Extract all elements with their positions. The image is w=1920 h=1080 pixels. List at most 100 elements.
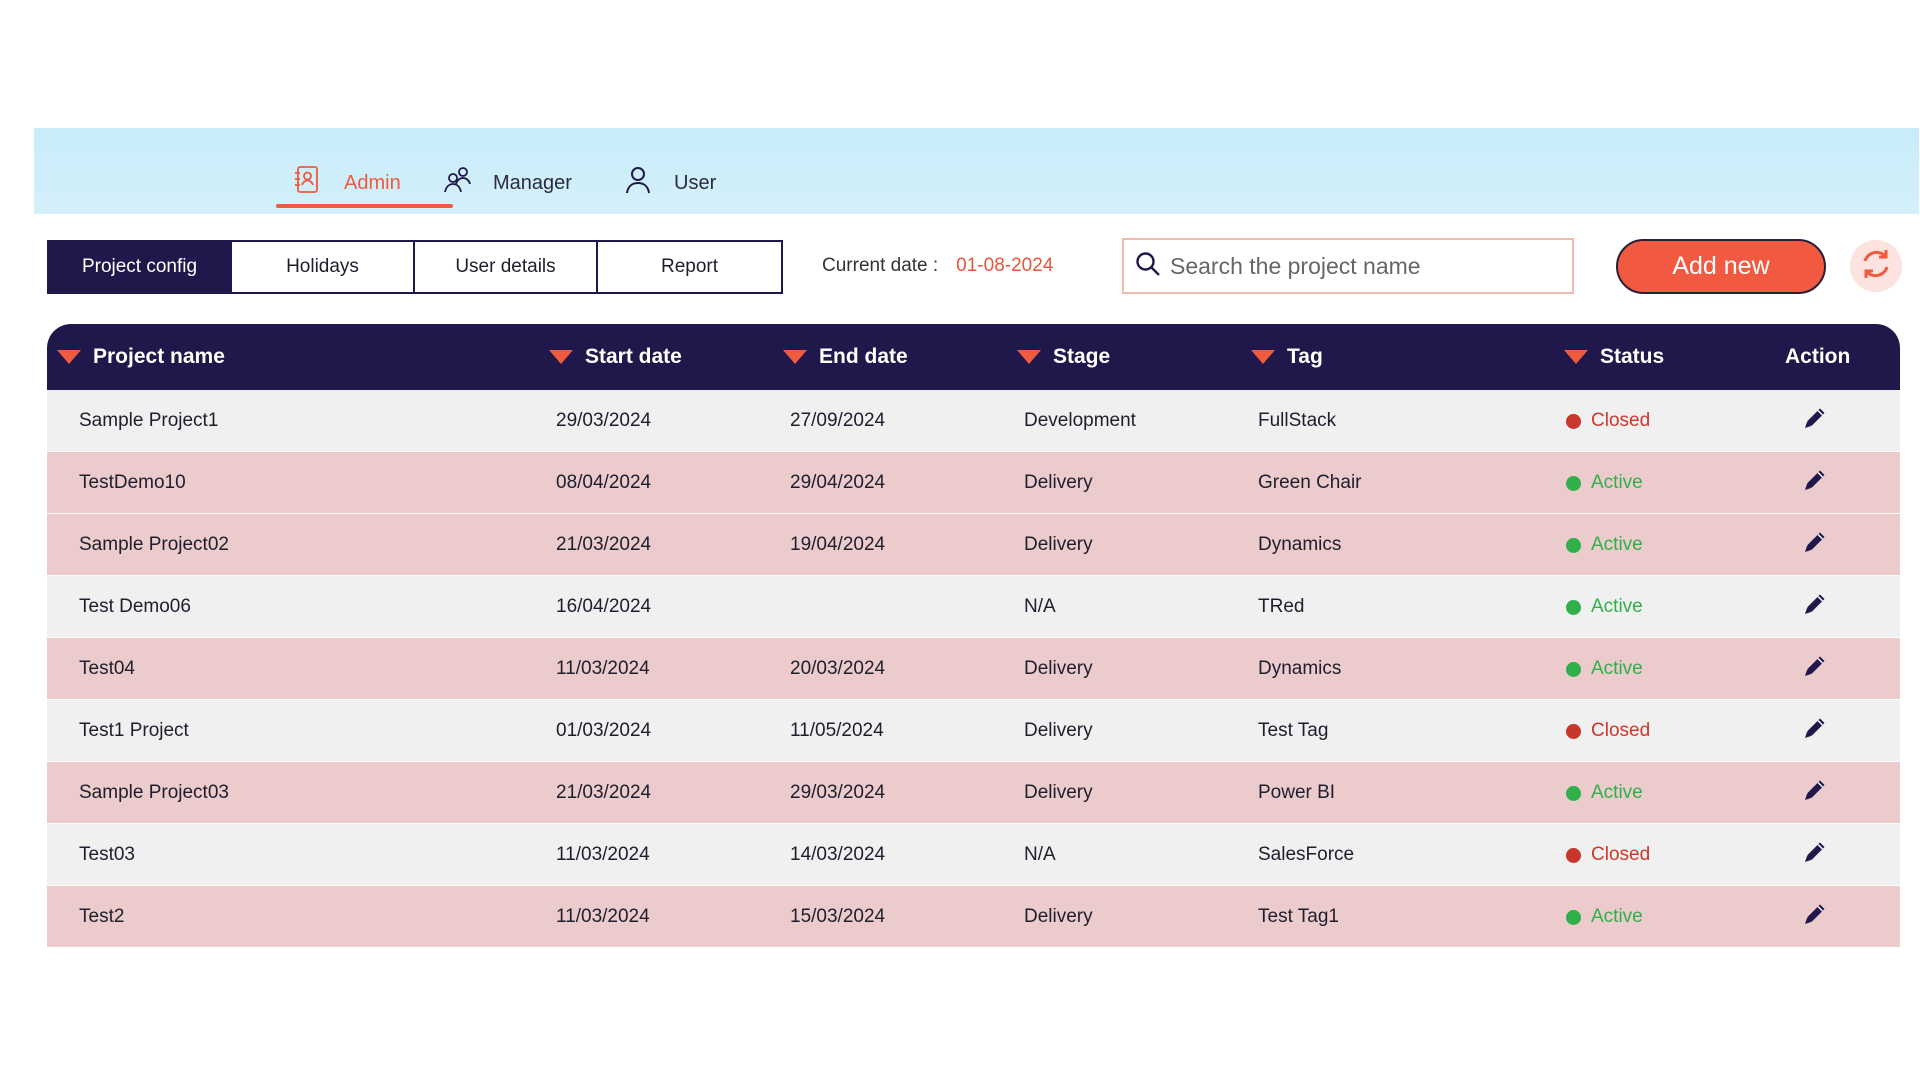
tab-user-details[interactable]: User details bbox=[415, 242, 598, 292]
cell-end-date: 15/03/2024 bbox=[790, 906, 886, 927]
status-text: Closed bbox=[1591, 410, 1651, 431]
cell-tag: FullStack bbox=[1258, 410, 1337, 431]
column-label: Action bbox=[1785, 345, 1851, 368]
role-tab-label: Admin bbox=[344, 171, 401, 194]
cell-project-name: Test2 bbox=[79, 906, 125, 927]
edit-button[interactable] bbox=[1800, 762, 1830, 824]
tab-holidays[interactable]: Holidays bbox=[232, 242, 415, 292]
cell-end-date: 20/03/2024 bbox=[790, 658, 886, 679]
sort-caret-icon bbox=[549, 350, 573, 364]
tab-project-config[interactable]: Project config bbox=[49, 242, 232, 292]
cell-stage: Development bbox=[1024, 410, 1136, 431]
status-text: Active bbox=[1591, 782, 1643, 803]
edit-button[interactable] bbox=[1800, 514, 1830, 576]
role-tab-manager[interactable]: Manager bbox=[441, 160, 572, 206]
cell-project-name: Test Demo06 bbox=[79, 596, 191, 617]
status-dot-icon bbox=[1566, 723, 1581, 739]
manager-group-icon bbox=[441, 164, 473, 202]
status-text: Active bbox=[1591, 658, 1643, 679]
role-tab-label: Manager bbox=[493, 171, 572, 194]
status-badge: Active bbox=[1566, 514, 1643, 576]
cell-end-date: 27/09/2024 bbox=[790, 410, 886, 431]
column-label: Project name bbox=[93, 345, 225, 368]
cell-start-date: 11/03/2024 bbox=[556, 844, 650, 865]
cell-stage: Delivery bbox=[1024, 472, 1093, 493]
status-badge: Active bbox=[1566, 452, 1643, 514]
column-header-tag[interactable]: Tag bbox=[1251, 324, 1323, 390]
status-text: Closed bbox=[1591, 720, 1651, 741]
current-date-label: Current date : bbox=[822, 255, 939, 276]
status-badge: Closed bbox=[1566, 700, 1650, 762]
add-new-button[interactable]: Add new bbox=[1616, 239, 1826, 294]
search-input[interactable] bbox=[1170, 252, 1570, 280]
cell-tag: Dynamics bbox=[1258, 534, 1342, 555]
table-row[interactable]: TestDemo10 08/04/2024 29/04/2024 Delivery Gr… bbox=[47, 452, 1900, 514]
pencil-icon bbox=[1800, 403, 1830, 439]
status-text: Active bbox=[1591, 596, 1643, 617]
role-tab-admin[interactable]: Admin bbox=[276, 160, 453, 208]
status-text: Closed bbox=[1591, 844, 1651, 865]
refresh-icon bbox=[1857, 245, 1895, 288]
column-label: Status bbox=[1600, 345, 1665, 368]
column-header-project-name[interactable]: Project name bbox=[57, 324, 225, 390]
table-row[interactable]: Sample Project1 29/03/2024 27/09/2024 Devel… bbox=[47, 390, 1900, 452]
edit-button[interactable] bbox=[1800, 576, 1830, 638]
edit-button[interactable] bbox=[1800, 700, 1830, 762]
status-dot-icon bbox=[1566, 661, 1581, 677]
pencil-icon bbox=[1800, 651, 1830, 687]
table-row[interactable]: Test03 11/03/2024 14/03/2024 N/A SalesForce C… bbox=[47, 824, 1900, 886]
pencil-icon bbox=[1800, 589, 1830, 625]
cell-project-name: Test04 bbox=[79, 658, 135, 679]
cell-stage: Delivery bbox=[1024, 782, 1093, 803]
cell-tag: SalesForce bbox=[1258, 844, 1355, 865]
cell-start-date: 21/03/2024 bbox=[556, 534, 652, 555]
table-row[interactable]: Sample Project03 21/03/2024 29/03/2024 Deli… bbox=[47, 762, 1900, 824]
column-header-status[interactable]: Status bbox=[1564, 324, 1664, 390]
table-row[interactable]: Test Demo06 16/04/2024 N/A TRed Active bbox=[47, 576, 1900, 638]
table-row[interactable]: Test2 11/03/2024 15/03/2024 Delivery Test Ta… bbox=[47, 886, 1900, 948]
tab-report[interactable]: Report bbox=[598, 242, 781, 292]
projects-table: Project name Start date End date Stage T… bbox=[47, 324, 1900, 948]
edit-button[interactable] bbox=[1800, 886, 1830, 948]
cell-project-name: Test1 Project bbox=[79, 720, 189, 741]
pencil-icon bbox=[1800, 775, 1830, 811]
sort-caret-icon bbox=[1251, 350, 1275, 364]
cell-start-date: 29/03/2024 bbox=[556, 410, 652, 431]
edit-button[interactable] bbox=[1800, 390, 1830, 452]
table-row[interactable]: Test04 11/03/2024 20/03/2024 Delivery Dynami… bbox=[47, 638, 1900, 700]
cell-start-date: 11/03/2024 bbox=[556, 658, 650, 679]
role-bar: Admin Manager User bbox=[34, 128, 1919, 214]
pencil-icon bbox=[1800, 837, 1830, 873]
cell-project-name: Sample Project02 bbox=[79, 534, 229, 555]
cell-end-date: 29/04/2024 bbox=[790, 472, 886, 493]
role-tab-user[interactable]: User bbox=[622, 160, 716, 206]
table-row[interactable]: Test1 Project 01/03/2024 11/05/2024 Deliver… bbox=[47, 700, 1900, 762]
column-header-end-date[interactable]: End date bbox=[783, 324, 908, 390]
status-text: Active bbox=[1591, 472, 1643, 493]
cell-tag: Test Tag1 bbox=[1258, 906, 1339, 927]
status-dot-icon bbox=[1566, 847, 1581, 863]
cell-stage: Delivery bbox=[1024, 534, 1093, 555]
status-text: Active bbox=[1591, 906, 1643, 927]
role-tab-label: User bbox=[674, 171, 717, 194]
cell-start-date: 21/03/2024 bbox=[556, 782, 652, 803]
status-dot-icon bbox=[1566, 413, 1581, 429]
pencil-icon bbox=[1800, 465, 1830, 501]
column-label: Stage bbox=[1053, 345, 1111, 368]
refresh-button[interactable] bbox=[1850, 240, 1902, 292]
column-label: Start date bbox=[585, 345, 682, 368]
cell-tag: Test Tag bbox=[1258, 720, 1329, 741]
status-badge: Closed bbox=[1566, 390, 1650, 452]
edit-button[interactable] bbox=[1800, 638, 1830, 700]
cell-project-name: Sample Project1 bbox=[79, 410, 219, 431]
column-header-start-date[interactable]: Start date bbox=[549, 324, 682, 390]
cell-stage: N/A bbox=[1024, 596, 1056, 617]
cell-end-date: 29/03/2024 bbox=[790, 782, 886, 803]
edit-button[interactable] bbox=[1800, 452, 1830, 514]
table-row[interactable]: Sample Project02 21/03/2024 19/04/2024 Deli… bbox=[47, 514, 1900, 576]
edit-button[interactable] bbox=[1800, 824, 1830, 886]
sort-caret-icon bbox=[783, 350, 807, 364]
sort-caret-icon bbox=[1017, 350, 1041, 364]
column-header-stage[interactable]: Stage bbox=[1017, 324, 1110, 390]
cell-stage: Delivery bbox=[1024, 720, 1093, 741]
